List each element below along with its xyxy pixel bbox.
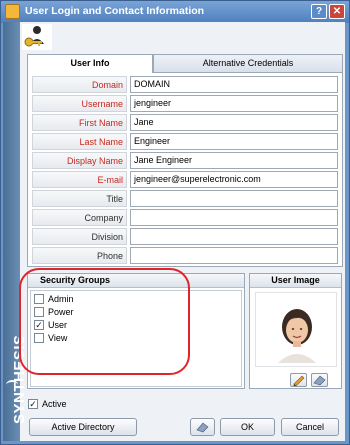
display-name-input[interactable]: Jane Engineer <box>130 152 338 169</box>
first-name-label: First Name <box>32 114 127 131</box>
admin-checkbox[interactable] <box>34 294 44 304</box>
power-label: Power <box>48 307 74 317</box>
window-title: User Login and Contact Information <box>25 5 205 17</box>
clear-image-button[interactable] <box>311 373 328 387</box>
power-checkbox[interactable] <box>34 307 44 317</box>
division-row: Division <box>32 228 342 245</box>
eraser-button[interactable] <box>190 418 215 436</box>
email-row: E-mail jengineer@superelectronic.com <box>32 171 342 188</box>
title-row: Title <box>32 190 342 207</box>
tab-strip: User Info Alternative Credentials <box>27 54 343 73</box>
close-button[interactable]: ✕ <box>329 4 345 19</box>
user-label: User <box>48 320 68 330</box>
help-button[interactable]: ? <box>311 4 327 19</box>
user-key-icon <box>22 24 52 50</box>
email-input[interactable]: jengineer@superelectronic.com <box>130 171 338 188</box>
first-name-row: First Name Jane <box>32 114 342 131</box>
last-name-row: Last Name Engineer <box>32 133 342 150</box>
active-directory-button[interactable]: Active Directory <box>29 418 137 436</box>
title-bar[interactable]: User Login and Contact Information ? ✕ <box>1 1 349 23</box>
brand-logo-text: SYNTHESIS <box>11 334 28 424</box>
username-row: Username jengineer <box>32 95 342 112</box>
username-label: Username <box>32 95 127 112</box>
title-input[interactable] <box>130 190 338 207</box>
email-label: E-mail <box>32 171 127 188</box>
security-groups-title: Security Groups <box>28 274 244 288</box>
eraser-icon <box>313 375 326 386</box>
user-photo <box>255 292 337 367</box>
eraser-icon <box>196 422 209 433</box>
company-label: Company <box>32 209 127 226</box>
user-info-panel: Domain DOMAIN Username jengineer First N… <box>27 72 343 267</box>
active-label: Active <box>42 399 67 409</box>
domain-input[interactable]: DOMAIN <box>130 76 338 93</box>
view-checkbox[interactable] <box>34 333 44 343</box>
phone-label: Phone <box>32 247 127 264</box>
first-name-input[interactable]: Jane <box>130 114 338 131</box>
division-input[interactable] <box>130 228 338 245</box>
domain-label: Domain <box>32 76 127 93</box>
ok-button[interactable]: OK <box>220 418 275 436</box>
user-photo-portrait <box>256 293 336 366</box>
display-name-label: Display Name <box>32 152 127 169</box>
cancel-button[interactable]: Cancel <box>281 418 339 436</box>
users-app-icon <box>5 4 20 19</box>
user-checkbox[interactable]: ✓ <box>34 320 44 330</box>
last-name-label: Last Name <box>32 133 127 150</box>
active-checkbox[interactable]: ✓ <box>28 399 38 409</box>
edit-image-button[interactable] <box>290 373 307 387</box>
company-input[interactable] <box>130 209 338 226</box>
tab-alternative-credentials[interactable]: Alternative Credentials <box>153 54 343 72</box>
domain-row: Domain DOMAIN <box>32 76 342 93</box>
display-name-row: Display Name Jane Engineer <box>32 152 342 169</box>
last-name-input[interactable]: Engineer <box>130 133 338 150</box>
division-label: Division <box>32 228 127 245</box>
pencil-icon <box>293 375 305 387</box>
security-groups-list: Admin Power ✓ User View <box>30 290 242 387</box>
admin-label: Admin <box>48 294 74 304</box>
title-label: Title <box>32 190 127 207</box>
user-image-box: User Image <box>249 273 342 389</box>
security-groups-box: Security Groups Admin Power ✓ User View <box>27 273 245 389</box>
username-input[interactable]: jengineer <box>130 95 338 112</box>
tab-user-info[interactable]: User Info <box>27 54 153 73</box>
view-label: View <box>48 333 68 343</box>
user-image-title: User Image <box>250 274 341 288</box>
company-row: Company <box>32 209 342 226</box>
phone-input[interactable] <box>130 247 338 264</box>
phone-row: Phone <box>32 247 342 264</box>
